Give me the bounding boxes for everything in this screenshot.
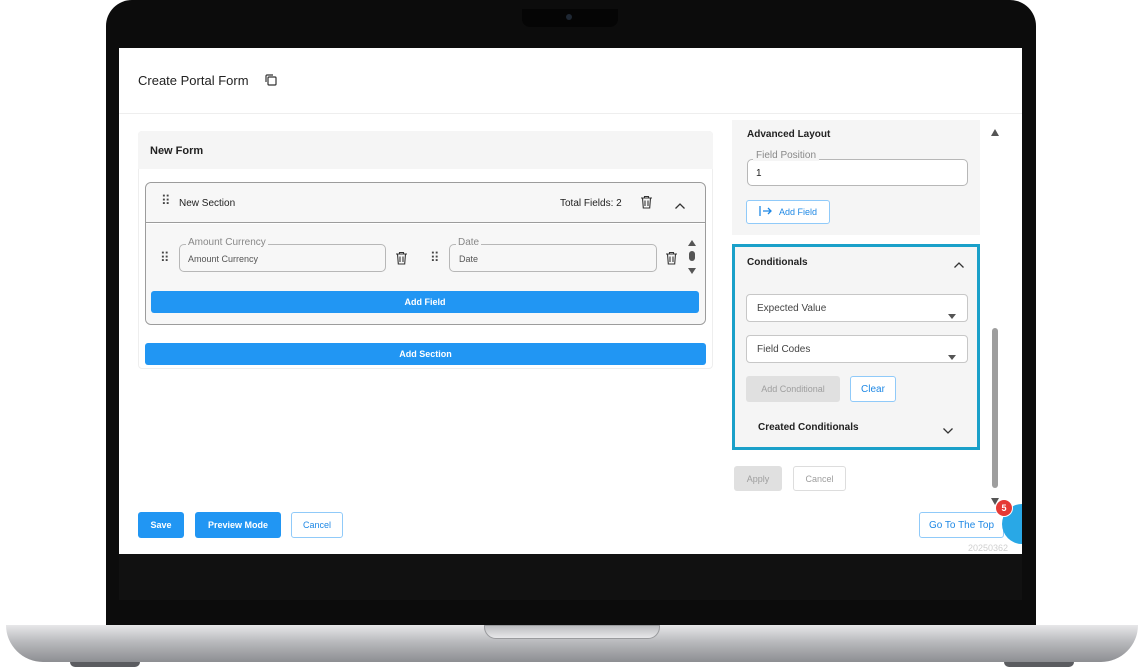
date-input[interactable]: Date: [459, 254, 478, 264]
apply-button[interactable]: Apply: [734, 466, 782, 491]
field-codes-placeholder: Field Codes: [757, 344, 811, 355]
clear-button[interactable]: Clear: [850, 376, 896, 402]
dropdown-arrow-icon: [948, 306, 956, 319]
cancel-side-button[interactable]: Cancel: [793, 466, 846, 491]
app-screen: Create Portal Form New Form ⠿ New Sectio…: [119, 48, 1022, 554]
amount-currency-input[interactable]: Amount Currency: [188, 254, 258, 264]
delete-field-icon[interactable]: [665, 251, 678, 265]
field-position-value[interactable]: 1: [756, 168, 762, 179]
laptop-foot-right: [1004, 662, 1074, 667]
collapse-section-icon[interactable]: [674, 198, 686, 209]
lid-opening-notch: [484, 625, 660, 639]
add-section-button[interactable]: Add Section: [145, 343, 706, 365]
drag-handle-icon[interactable]: ⠿: [160, 251, 169, 264]
scroll-down-icon[interactable]: [991, 492, 999, 505]
drag-handle-icon[interactable]: ⠿: [430, 251, 439, 264]
page-title: Create Portal Form: [138, 73, 249, 88]
preview-mode-button[interactable]: Preview Mode: [195, 512, 281, 538]
delete-field-icon[interactable]: [395, 251, 408, 265]
date-field[interactable]: [449, 244, 657, 272]
advanced-layout-title: Advanced Layout: [747, 129, 831, 140]
form-name: New Form: [150, 145, 204, 157]
collapse-conditionals-icon[interactable]: [953, 257, 965, 268]
panel-scrollbar-thumb[interactable]: [992, 328, 998, 488]
field-position-label: Field Position: [753, 150, 820, 161]
delete-section-icon[interactable]: [640, 195, 653, 209]
field-position-input[interactable]: [747, 159, 968, 186]
add-field-side-button[interactable]: Add Field: [746, 200, 830, 224]
screen-chin: [119, 554, 1022, 600]
camera-lens: [566, 14, 572, 20]
cancel-button[interactable]: Cancel: [291, 512, 343, 538]
scroll-up-icon[interactable]: [991, 123, 999, 136]
notification-badge: 5: [995, 499, 1013, 517]
created-conditionals-label[interactable]: Created Conditionals: [758, 422, 859, 433]
copy-icon[interactable]: [264, 73, 278, 87]
add-field-button[interactable]: Add Field: [151, 291, 699, 313]
expand-created-conditionals-icon[interactable]: [942, 423, 954, 434]
form-header: [138, 131, 713, 169]
add-conditional-button[interactable]: Add Conditional: [746, 376, 840, 402]
arrow-into-icon: [759, 206, 773, 218]
expected-value-placeholder: Expected Value: [757, 303, 827, 314]
header-divider: [119, 113, 1022, 114]
total-fields-count: Total Fields: 2: [560, 198, 622, 209]
section-name: New Section: [179, 198, 236, 209]
date-label: Date: [456, 237, 482, 248]
add-field-side-label: Add Field: [778, 207, 818, 217]
fields-scrollbar[interactable]: [688, 238, 696, 276]
drag-handle-icon[interactable]: ⠿: [161, 194, 170, 207]
go-to-top-button[interactable]: Go To The Top: [919, 512, 1004, 538]
amount-currency-label: Amount Currency: [186, 237, 268, 248]
conditionals-title: Conditionals: [747, 257, 808, 268]
save-button[interactable]: Save: [138, 512, 184, 538]
laptop-foot-left: [70, 662, 140, 667]
version-text: 20250362: [968, 543, 1009, 553]
dropdown-arrow-icon: [948, 347, 956, 360]
